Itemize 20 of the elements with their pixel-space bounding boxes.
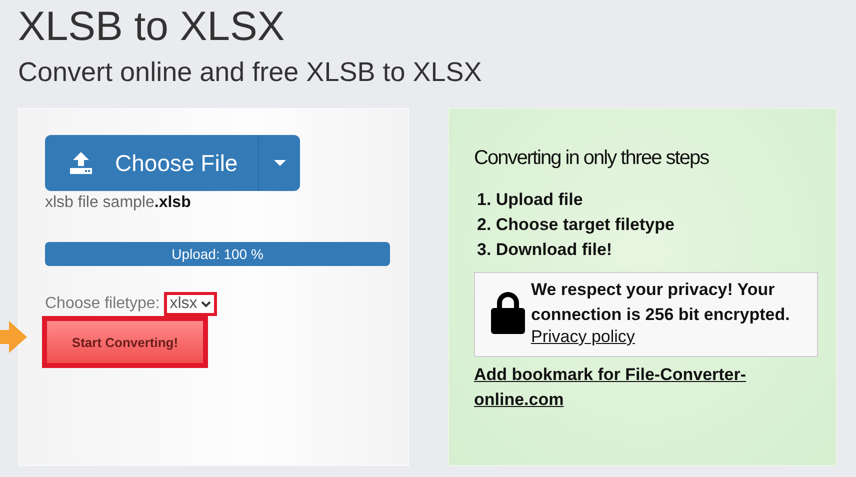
upload-icon	[69, 152, 93, 174]
file-name: xlsb file sample.xlsb	[45, 194, 191, 212]
upload-status: Upload: 100 %	[170, 246, 264, 262]
step-item: 1. Upload file	[477, 189, 583, 211]
chevron-icon	[201, 300, 212, 308]
steps-heading: Converting in only three steps	[474, 147, 709, 169]
page-title: XLSB to XLSX	[18, 2, 285, 50]
choose-file-button[interactable]: Choose File	[45, 135, 258, 191]
page-subtitle: Convert online and free XLSB to XLSX	[18, 56, 482, 89]
lock-icon	[491, 290, 525, 334]
dropdown-button[interactable]	[258, 135, 300, 191]
start-converting-button[interactable]: Start Converting!	[47, 321, 203, 363]
privacy-text: We respect your privacy! Your connection is 256 bit encrypted.	[531, 279, 791, 326]
filetype-label: Choose filetype:	[45, 295, 160, 313]
step-item: 2. Choose target filetype	[477, 214, 674, 236]
filetype-select[interactable]: xlsx	[164, 292, 218, 316]
bookmark-link[interactable]: Add bookmark for File-Converter-online.com	[474, 362, 774, 412]
caret-icon	[274, 160, 286, 166]
privacy-policy-link[interactable]: Privacy policy	[531, 327, 635, 346]
step-item: 3. Download file!	[477, 239, 612, 261]
